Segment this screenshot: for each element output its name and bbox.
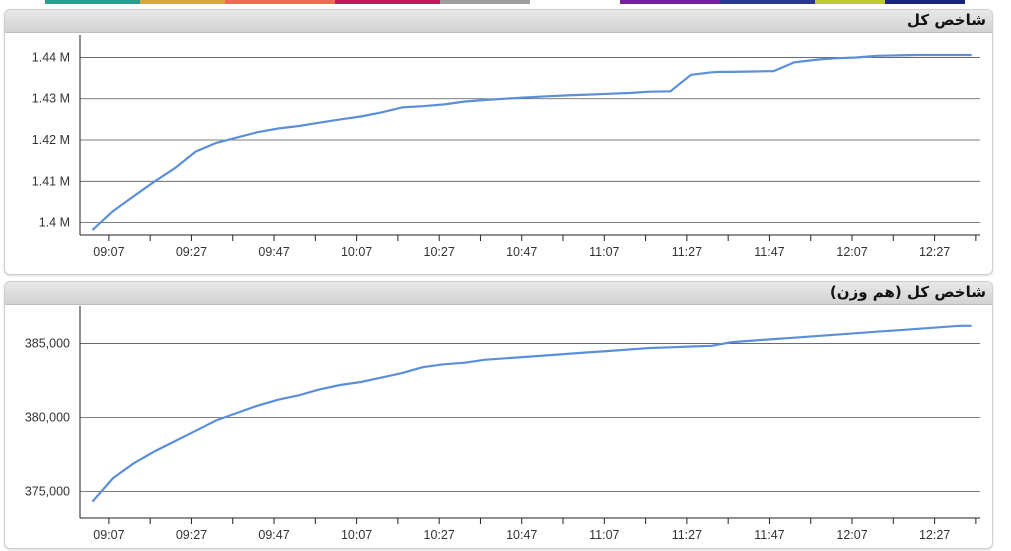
top-strip-segment — [620, 0, 720, 4]
x-tick-label: 09:47 — [258, 528, 289, 542]
top-strip-segment — [530, 0, 620, 4]
total-index-chart: 1.4 M 1.41 M 1.42 M 1.43 M 1.44 M 09:07 09:27 0… — [32, 35, 980, 259]
x-tick-label: 10:27 — [424, 245, 455, 259]
top-color-strip — [0, 0, 1011, 5]
x-tick-label: 09:47 — [258, 245, 289, 259]
top-strip-segment — [335, 0, 440, 4]
x-tick-label: 09:27 — [176, 245, 207, 259]
x-tick-label: 09:27 — [176, 528, 207, 542]
top-strip-segment — [885, 0, 965, 4]
y-tick-label: 380,000 — [25, 410, 70, 424]
x-tick-label: 12:27 — [919, 528, 950, 542]
series-line — [91, 53, 972, 231]
total-index-panel: شاخص کل 1.4 M 1.41 M 1.42 M 1.43 M 1.44 M 09:… — [4, 9, 993, 275]
y-tick-label: 1.43 M — [32, 92, 70, 106]
x-tick-label: 11:07 — [589, 528, 619, 542]
x-tick-label: 10:07 — [341, 528, 372, 542]
x-tick-label: 11:47 — [754, 528, 784, 542]
y-tick-label: 1.4 M — [39, 216, 70, 230]
x-tick-label: 11:07 — [589, 245, 619, 259]
x-tick-label: 10:47 — [506, 245, 537, 259]
top-strip-segment — [440, 0, 530, 4]
top-strip-segment — [45, 0, 140, 4]
x-tick-label: 12:07 — [836, 245, 867, 259]
top-strip-segment — [815, 0, 885, 4]
y-tick-label: 1.41 M — [32, 174, 70, 188]
x-tick-label: 11:47 — [754, 245, 784, 259]
x-tick-label: 11:27 — [672, 528, 702, 542]
x-tick-label: 10:27 — [424, 528, 455, 542]
top-strip-segment — [720, 0, 815, 4]
x-tick-label: 09:07 — [93, 528, 124, 542]
series-line — [91, 324, 972, 503]
y-tick-label: 375,000 — [25, 484, 70, 498]
y-tick-label: 1.44 M — [32, 50, 70, 64]
x-tick-label: 12:07 — [836, 528, 867, 542]
x-tick-label: 10:07 — [341, 245, 372, 259]
y-tick-label: 1.42 M — [32, 133, 70, 147]
x-tick-label: 12:27 — [919, 245, 950, 259]
top-strip-segment — [140, 0, 225, 4]
equal-weight-index-panel: شاخص کل (هم وزن) 375,000 380,000 385,000 09… — [4, 281, 993, 549]
equal-weight-index-chart: 375,000 380,000 385,000 09:07 09:27 09:47 10:0… — [25, 306, 980, 542]
x-tick-label: 11:27 — [672, 245, 702, 259]
x-tick-label: 10:47 — [506, 528, 537, 542]
x-tick-label: 09:07 — [93, 245, 124, 259]
y-tick-label: 385,000 — [25, 337, 70, 351]
top-strip-segment — [225, 0, 335, 4]
